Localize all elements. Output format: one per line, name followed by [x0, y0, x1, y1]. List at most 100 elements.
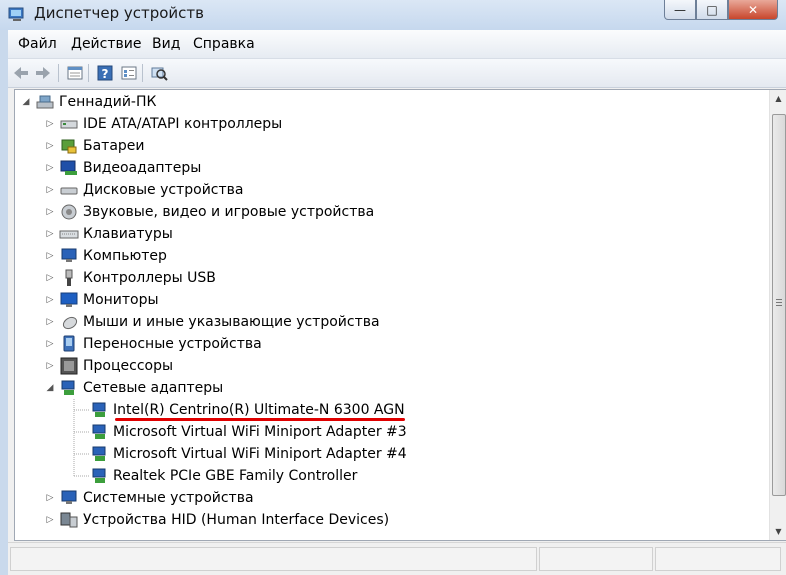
- expand-arrow-icon[interactable]: ▷: [45, 229, 55, 239]
- category-label: Дисковые устройства: [83, 182, 244, 198]
- minimize-button[interactable]: —: [664, 0, 696, 20]
- close-button[interactable]: ✕: [728, 0, 778, 20]
- network-adapter-icon: [61, 380, 75, 395]
- expand-arrow-icon[interactable]: ▷: [45, 163, 55, 173]
- vertical-scrollbar[interactable]: ▲ ▼: [769, 90, 786, 540]
- expand-arrow-icon[interactable]: ▷: [45, 295, 55, 305]
- category-label: Системные устройства: [83, 490, 254, 506]
- speaker-icon: [61, 204, 77, 220]
- toolbar: ?: [8, 59, 786, 88]
- scroll-up-arrow-icon[interactable]: ▲: [770, 90, 786, 107]
- category-label: Процессоры: [83, 358, 174, 374]
- maximize-button[interactable]: □: [696, 0, 728, 20]
- tree-category-network-adapters[interactable]: ◢ Сетевые адаптеры: [45, 377, 224, 399]
- root-label: Геннадий-ПК: [59, 94, 157, 110]
- category-label: Контроллеры USB: [83, 270, 216, 286]
- menu-view[interactable]: Вид: [152, 36, 180, 52]
- tree-category-system-devices[interactable]: ▷ Системные устройства: [45, 487, 254, 509]
- expand-arrow-icon[interactable]: ▷: [45, 119, 55, 129]
- window-title: Диспетчер устройств: [34, 4, 205, 22]
- menu-action[interactable]: Действие: [71, 36, 141, 52]
- title-bar: Диспетчер устройств — □ ✕: [0, 0, 786, 30]
- window-controls: — □ ✕: [664, 0, 778, 20]
- expand-arrow-icon[interactable]: ▷: [45, 251, 55, 261]
- category-label: Компьютер: [83, 248, 167, 264]
- category-label: Батареи: [83, 138, 145, 154]
- tree-category-display-adapters[interactable]: ▷ Видеоадаптеры: [45, 157, 202, 179]
- expand-arrow-icon[interactable]: ▷: [45, 515, 55, 525]
- tree-device-virtual-wifi-4[interactable]: Microsoft Virtual WiFi Miniport Adapter …: [89, 443, 407, 465]
- highlight-underline: [115, 418, 405, 421]
- device-label: Microsoft Virtual WiFi Miniport Adapter …: [113, 446, 407, 462]
- expand-arrow-icon[interactable]: ▷: [45, 207, 55, 217]
- category-label: Мониторы: [83, 292, 159, 308]
- computer-icon: [61, 248, 77, 262]
- scrollbar-thumb[interactable]: [772, 114, 786, 496]
- properties-icon[interactable]: [120, 64, 138, 82]
- tree-category-monitors[interactable]: ▷ Мониторы: [45, 289, 159, 311]
- category-label: Переносные устройства: [83, 336, 262, 352]
- status-bar: [8, 542, 786, 575]
- battery-icon: [61, 139, 77, 154]
- expand-arrow-icon[interactable]: ▷: [45, 273, 55, 283]
- show-hide-tree-icon[interactable]: [66, 64, 84, 82]
- tree-category-portable[interactable]: ▷ Переносные устройства: [45, 333, 262, 355]
- tree-category-ide[interactable]: ▷ IDE ATA/ATAPI контроллеры: [45, 113, 283, 135]
- expand-arrow-icon[interactable]: ▷: [45, 317, 55, 327]
- tree-category-hid[interactable]: ▷ Устройства HID (Human Interface Device…: [45, 509, 390, 531]
- tree-root[interactable]: ◢ Геннадий-ПК: [21, 91, 157, 113]
- usb-icon: [65, 269, 73, 286]
- menu-file[interactable]: Файл: [18, 36, 57, 52]
- mouse-icon: [62, 316, 78, 330]
- portable-device-icon: [63, 335, 75, 352]
- ide-controller-icon: [60, 120, 78, 129]
- forward-arrow-icon[interactable]: [34, 64, 52, 82]
- scroll-down-arrow-icon[interactable]: ▼: [770, 523, 786, 540]
- device-label: Intel(R) Centrino(R) Ultimate-N 6300 AGN: [113, 402, 405, 418]
- tree-device-virtual-wifi-3[interactable]: Microsoft Virtual WiFi Miniport Adapter …: [89, 421, 407, 443]
- tree-category-keyboards[interactable]: ▷ Клавиатуры: [45, 223, 173, 245]
- system-device-icon: [61, 490, 77, 504]
- network-adapter-icon: [92, 402, 106, 417]
- menu-help[interactable]: Справка: [193, 36, 255, 52]
- keyboard-icon: [59, 230, 79, 239]
- status-cell-main: [10, 547, 537, 571]
- category-label: Устройства HID (Human Interface Devices): [83, 512, 390, 528]
- network-adapter-icon: [92, 468, 106, 483]
- scan-hardware-icon[interactable]: [150, 64, 168, 82]
- tree-category-mice[interactable]: ▷ Мыши и иные указывающие устройства: [45, 311, 380, 333]
- expand-arrow-icon[interactable]: ▷: [45, 361, 55, 371]
- network-adapter-icon: [92, 446, 106, 461]
- tree-category-batteries[interactable]: ▷ Батареи: [45, 135, 145, 157]
- tree-category-usb[interactable]: ▷ Контроллеры USB: [45, 267, 216, 289]
- tree-category-processors[interactable]: ▷ Процессоры: [45, 355, 173, 377]
- collapse-arrow-icon[interactable]: ◢: [21, 97, 31, 107]
- expand-arrow-icon[interactable]: ▷: [45, 141, 55, 151]
- expand-arrow-icon[interactable]: ▷: [45, 339, 55, 349]
- back-arrow-icon[interactable]: [12, 64, 30, 82]
- category-label: Мыши и иные указывающие устройства: [83, 314, 380, 330]
- monitor-icon: [60, 292, 78, 307]
- svg-text:?: ?: [102, 67, 109, 81]
- category-label: Видеоадаптеры: [83, 160, 202, 176]
- device-manager-icon: [8, 7, 24, 21]
- hid-icon: [60, 512, 78, 528]
- computer-root-icon: [36, 95, 54, 109]
- network-adapter-icon: [92, 424, 106, 439]
- tree-device-realtek[interactable]: Realtek PCIe GBE Family Controller: [89, 465, 357, 487]
- device-label: Realtek PCIe GBE Family Controller: [113, 468, 358, 484]
- processor-icon: [60, 357, 78, 375]
- display-adapter-icon: [60, 160, 77, 175]
- disk-drive-icon: [60, 187, 78, 195]
- window-frame: Файл Действие Вид Справка ? ◢ Геннадий-П…: [8, 30, 786, 575]
- device-tree: ◢ Геннадий-ПК ▷ IDE ATA/ATAPI контроллер…: [14, 89, 786, 541]
- tree-connector-lines: [73, 399, 89, 477]
- expand-arrow-icon[interactable]: ▷: [45, 185, 55, 195]
- collapse-arrow-icon[interactable]: ◢: [45, 383, 55, 393]
- category-label: Клавиатуры: [83, 226, 173, 242]
- expand-arrow-icon[interactable]: ▷: [45, 493, 55, 503]
- tree-category-computer[interactable]: ▷ Компьютер: [45, 245, 167, 267]
- tree-category-disk-drives[interactable]: ▷ Дисковые устройства: [45, 179, 244, 201]
- tree-category-sound[interactable]: ▷ Звуковые, видео и игровые устройства: [45, 201, 375, 223]
- help-icon[interactable]: ?: [96, 64, 114, 82]
